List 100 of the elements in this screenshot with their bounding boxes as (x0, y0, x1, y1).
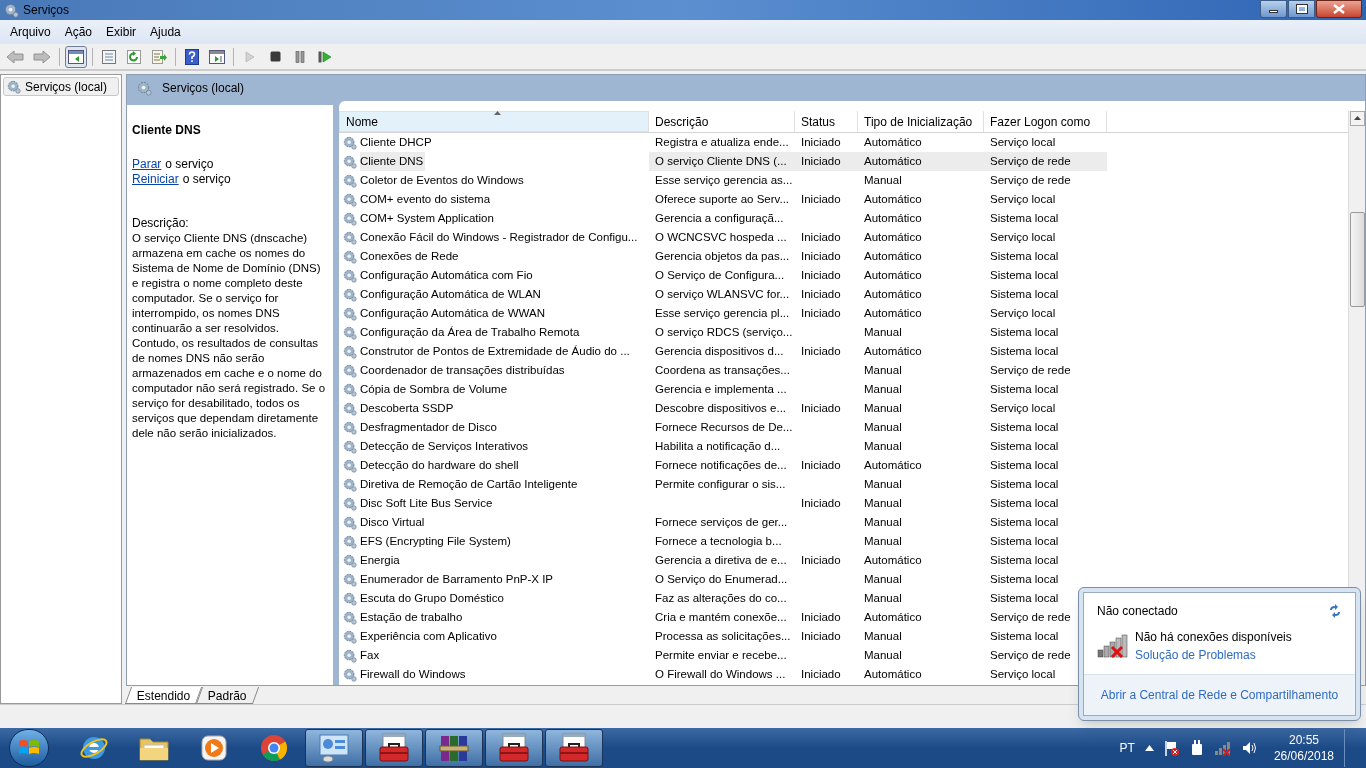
table-cell-text: Cliente DHCP (360, 134, 433, 150)
service-row[interactable]: Conexão Fácil do Windows - Registrador de Configu... O WCNCSVC hospeda ... Iniciado Automático Serviço local (339, 228, 1348, 247)
table-cell-text: Sistema local (990, 571, 1060, 587)
table-cell-text: Gerencia a diretiva de e... (655, 552, 788, 568)
service-row[interactable]: Construtor de Pontos de Extremidade de Áudio do ... Gerencia dispositivos d... Iniciado Automático Sistema local (339, 342, 1348, 361)
table-cell-text: Fornece serviços de ger... (655, 514, 789, 530)
table-cell-text: Oferece suporte ao Serv... (655, 191, 791, 207)
start-button[interactable] (9, 729, 49, 767)
table-cell-text: Automático (864, 457, 923, 473)
gear-icon (343, 496, 357, 511)
language-indicator[interactable]: PT (1119, 739, 1135, 757)
service-row[interactable]: Desfragmentador de Disco Fornece Recursos de De... Manual Sistema local (339, 418, 1348, 437)
table-cell-text: Manual (864, 628, 903, 644)
service-row[interactable]: Configuração Automática com Fio O Serviço de Configura... Iniciado Automático Sistema local (339, 266, 1348, 285)
gear-icon (343, 211, 357, 226)
table-cell-text: Serviço local (990, 666, 1057, 682)
column-header[interactable]: Nome (339, 111, 649, 132)
service-row[interactable]: Configuração Automática de WLAN O serviço WLANSVC for... Iniciado Automático Sistema local (339, 285, 1348, 304)
table-cell-text: Sistema local (990, 419, 1060, 435)
table-cell-text: Disc Soft Lite Bus Service (360, 495, 494, 511)
gear-icon (343, 667, 357, 682)
tree-item[interactable]: Serviços (local) (3, 77, 119, 96)
taskbar-button[interactable] (425, 729, 483, 767)
service-row[interactable]: COM+ System Application Gerencia a configuraçã... Automático Sistema local (339, 209, 1348, 228)
toolbar-button[interactable] (65, 45, 87, 68)
taskbar-button[interactable] (485, 729, 543, 767)
menu-item[interactable]: Arquivo (3, 23, 58, 41)
menu-item[interactable]: Ajuda (143, 23, 188, 41)
minimize-button[interactable] (1260, 0, 1287, 18)
service-row[interactable]: Disc Soft Lite Bus Service Iniciado Manual Sistema local (339, 494, 1348, 513)
help-icon (185, 48, 199, 65)
table-cell-text: Iniciado (801, 229, 842, 245)
service-row[interactable]: Detecção do hardware do shell Fornece notificações de... Iniciado Automático Sistema local (339, 456, 1348, 475)
table-cell-text: Serviço local (990, 134, 1057, 150)
table-cell-text: Serviço de rede (990, 609, 1072, 625)
action-text: o serviço (165, 157, 214, 172)
network-no-connection-icon[interactable] (1213, 740, 1232, 756)
power-plug-icon[interactable] (1189, 740, 1204, 756)
service-row[interactable]: Disco Virtual Fornece serviços de ger... Manual Sistema local (339, 513, 1348, 532)
service-row[interactable]: COM+ evento do sistema Oferece suporte ao Serv... Iniciado Automático Serviço local (339, 190, 1348, 209)
table-cell-text: Coletor de Eventos do Windows (360, 172, 525, 188)
table-cell-text: Sistema local (990, 381, 1060, 397)
table-cell-text: Automático (864, 134, 923, 150)
menu-item[interactable]: Ação (57, 23, 100, 41)
service-row[interactable]: Coordenador de transações distribuídas Coordena as transações... Manual Serviço de rede (339, 361, 1348, 380)
clock-date[interactable]: 26/06/2018 (1273, 748, 1334, 764)
table-cell-text: Manual (864, 571, 903, 587)
service-row[interactable]: Configuração Automática de WWAN Esse serviço gerencia pl... Iniciado Automático Serviço local (339, 304, 1348, 323)
scroll-up-icon[interactable] (1349, 111, 1365, 126)
menu-item[interactable]: Exibir (99, 23, 144, 41)
table-cell-text: Manual (864, 533, 903, 549)
table-cell-text: O Serviço de Configura... (655, 267, 786, 283)
table-cell-text: Manual (864, 362, 903, 378)
clock-time[interactable]: 20:55 (1288, 732, 1319, 748)
action-link[interactable]: Reiniciar (132, 172, 179, 187)
service-row[interactable]: Diretiva de Remoção de Cartão Inteligente Permite configurar o sis... Manual Sistema local (339, 475, 1348, 494)
view-tab[interactable]: Estendido (124, 687, 203, 704)
toolbox-icon (557, 733, 591, 763)
service-row[interactable]: Cliente DNS O serviço Cliente DNS (... Iniciado Automático Serviço de rede (339, 152, 1348, 171)
taskbar-button[interactable] (545, 729, 603, 767)
media-player-icon (200, 734, 228, 762)
table-cell-text: Cria e mantém conexõe... (655, 609, 788, 625)
taskbar-button[interactable] (305, 729, 363, 767)
table-cell-text: Serviço de rede (990, 647, 1072, 663)
gear-icon (7, 79, 21, 94)
maximize-button[interactable] (1288, 0, 1315, 18)
table-cell-text: Esse serviço gerencia as... (655, 172, 794, 188)
service-row[interactable]: Configuração da Área de Trabalho Remota O serviço RDCS (serviço... Manual Sistema local (339, 323, 1348, 342)
table-cell-text: Energia (360, 552, 401, 568)
service-row[interactable]: EFS (Encrypting File System) Fornece a tecnologia b... Manual Sistema local (339, 532, 1348, 551)
window-title: Serviços (23, 2, 69, 19)
table-cell-text: Sistema local (990, 267, 1060, 283)
service-row[interactable]: Detecção de Serviços Interativos Habilita a notificação d... Manual Sistema local (339, 437, 1348, 456)
taskbar-button[interactable] (365, 729, 423, 767)
service-row[interactable]: Enumerador de Barramento PnP-X IP O Serviço do Enumerad... Manual Sistema local (339, 570, 1348, 589)
table-cell-text: Desfragmentador de Disco (360, 419, 498, 435)
table-cell-text: Estação de trabalho (360, 609, 464, 625)
table-cell-text: Descoberta SSDP (360, 400, 455, 416)
table-cell-text: Descobre dispositivos e... (655, 400, 788, 416)
service-row[interactable]: Energia Gerencia a diretiva de e... Iniciado Automático Sistema local (339, 551, 1348, 570)
close-button[interactable] (1316, 0, 1362, 18)
troubleshoot-link[interactable]: Solução de Problemas (1135, 646, 1292, 664)
service-row[interactable]: Firewall do Windows O Firewall do Windows ... Iniciado Automático Serviço local (339, 665, 1348, 684)
service-row[interactable]: Descoberta SSDP Descobre dispositivos e... Iniciado Manual Serviço local (339, 399, 1348, 418)
scroll-thumb[interactable] (1349, 212, 1365, 307)
popup-message: Não há conexões disponíveis (1135, 629, 1292, 646)
table-cell: Cliente DNS (360, 152, 426, 171)
table-cell-text: Iniciado (801, 134, 842, 150)
speaker-icon[interactable] (1241, 741, 1258, 755)
table-cell-text: Iniciado (801, 666, 842, 682)
service-row[interactable]: Cópia de Sombra de Volume Gerencia e implementa ... Manual Sistema local (339, 380, 1348, 399)
service-row[interactable]: Conexões de Rede Gerencia objetos da pas... Iniciado Automático Sistema local (339, 247, 1348, 266)
view-tab[interactable]: Padrão (196, 687, 260, 704)
flag-with-x-icon[interactable] (1163, 740, 1180, 756)
refresh-arrows-icon[interactable] (1328, 604, 1342, 618)
service-row[interactable]: Coletor de Eventos do Windows Esse serviço gerencia as... Manual Serviço de rede (339, 171, 1348, 190)
action-link[interactable]: Parar (132, 157, 162, 172)
show-hidden-icons-icon[interactable] (1144, 745, 1154, 751)
service-row[interactable]: Cliente DHCP Registra e atualiza ende... Iniciado Automático Serviço local (339, 133, 1348, 152)
table-cell-text: COM+ System Application (360, 210, 495, 226)
